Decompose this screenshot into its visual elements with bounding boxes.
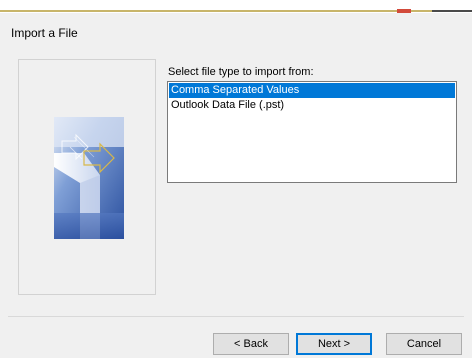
accent-mark xyxy=(397,9,411,13)
cancel-button[interactable]: Cancel xyxy=(386,333,462,355)
top-window-strip xyxy=(0,0,472,13)
file-type-listbox[interactable]: Comma Separated Values Outlook Data File… xyxy=(167,81,457,183)
import-file-dialog: Import a File Select file type to import… xyxy=(0,0,472,358)
file-type-csv-item[interactable]: Comma Separated Values xyxy=(169,83,455,98)
next-button[interactable]: Next > xyxy=(296,333,372,355)
accent-dark-line xyxy=(432,10,472,12)
wizard-image-panel xyxy=(18,59,156,295)
file-type-pst-item[interactable]: Outlook Data File (.pst) xyxy=(169,98,455,113)
dialog-title: Import a File xyxy=(11,26,78,40)
import-wizard-graphic-icon xyxy=(54,117,124,239)
file-type-prompt: Select file type to import from: xyxy=(168,66,314,78)
accent-line xyxy=(0,10,432,12)
footer-separator xyxy=(8,316,464,317)
back-button[interactable]: < Back xyxy=(213,333,289,355)
